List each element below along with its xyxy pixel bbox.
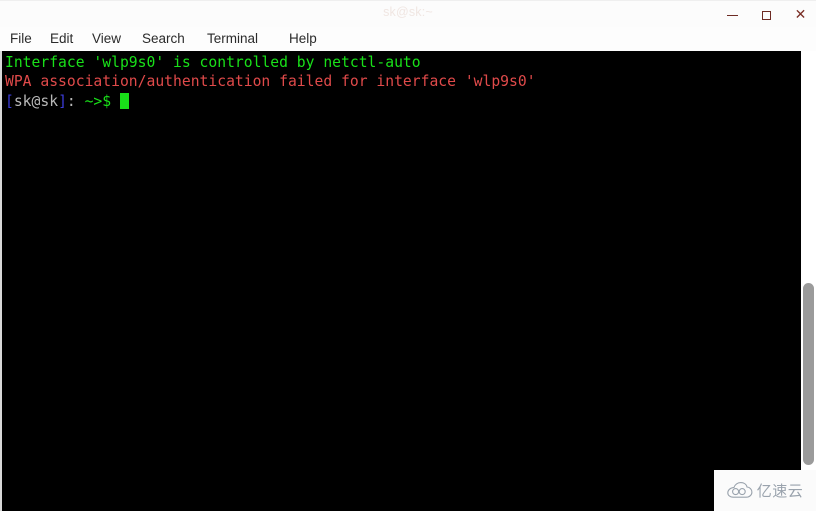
menu-item-terminal[interactable]: Terminal <box>207 27 258 51</box>
close-icon: ✕ <box>794 7 807 23</box>
terminal-prompt-line: [sk@sk]: ~>$ <box>5 92 803 111</box>
terminal-output-line-1: Interface 'wlp9s0' is controlled by netc… <box>5 54 421 71</box>
cloud-logo-icon <box>726 482 753 498</box>
terminal-output-line-2: WPA association/authentication failed fo… <box>5 73 536 91</box>
prompt-close-bracket: ] <box>58 92 67 110</box>
menu-item-view[interactable]: View <box>92 27 121 51</box>
terminal-scrollbar[interactable] <box>801 51 816 511</box>
maximize-icon <box>762 11 771 21</box>
menu-item-file[interactable]: File <box>10 27 32 51</box>
close-button[interactable]: ✕ <box>789 3 812 26</box>
window-title: sk@sk:~ <box>383 5 433 19</box>
minimize-button[interactable] <box>721 3 744 26</box>
prompt-colon: : <box>66 92 76 110</box>
menu-item-edit[interactable]: Edit <box>50 27 73 51</box>
scrollbar-thumb[interactable] <box>803 283 814 465</box>
watermark: 亿速云 <box>714 470 816 511</box>
prompt-user-host: sk@sk <box>13 92 59 110</box>
menu-item-search[interactable]: Search <box>142 27 185 51</box>
prompt-path-symbol: ~>$ <box>75 92 120 110</box>
terminal-window: sk@sk:~ ✕ File Edit View Search Terminal… <box>0 0 816 511</box>
title-bar[interactable]: sk@sk:~ ✕ <box>0 0 816 27</box>
terminal-screen[interactable]: Interface 'wlp9s0' is controlled by netc… <box>2 51 803 511</box>
prompt-open-bracket: [ <box>5 92 14 110</box>
terminal-frame: Interface 'wlp9s0' is controlled by netc… <box>0 51 816 511</box>
minimize-icon <box>727 15 738 17</box>
menu-bar: File Edit View Search Terminal Help <box>0 27 816 51</box>
terminal-cursor <box>119 92 129 109</box>
maximize-button[interactable] <box>755 3 778 26</box>
menu-item-help[interactable]: Help <box>289 27 317 51</box>
watermark-text: 亿速云 <box>756 482 804 500</box>
